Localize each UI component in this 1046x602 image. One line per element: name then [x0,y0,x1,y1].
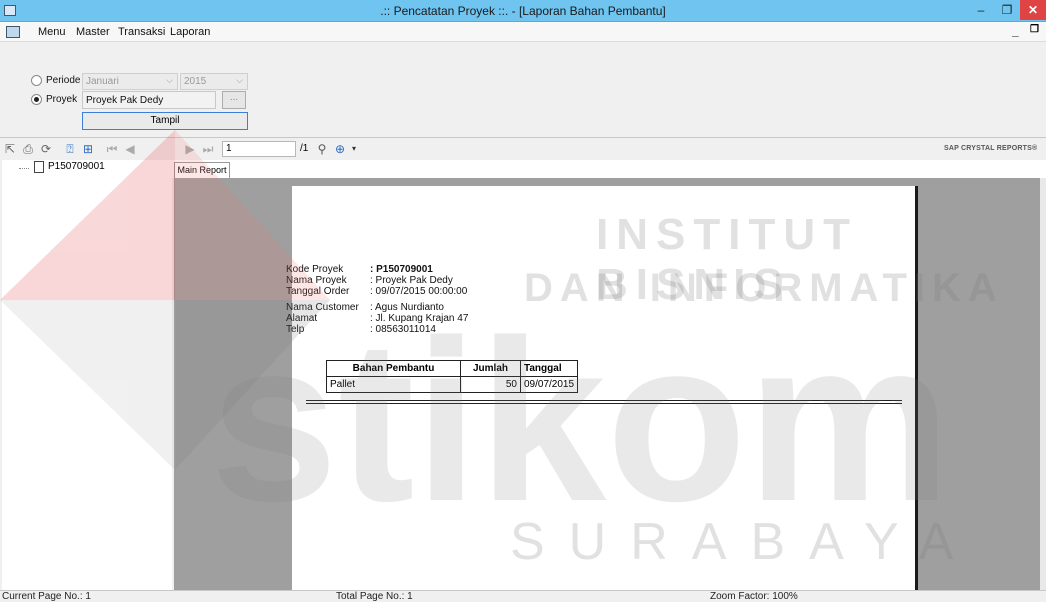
bahan-pembantu-table: Bahan Pembantu Jumlah Tanggal Pallet 50 … [326,360,579,393]
total-page-status: Total Page No.: 1 [336,591,413,602]
document-icon [34,161,44,173]
menu-item-master[interactable]: Master [76,26,110,38]
help-icon[interactable]: ⍰ [62,141,78,157]
proyek-radio[interactable] [31,94,42,105]
menu-item-transaksi[interactable]: Transaksi [118,26,165,38]
telp-label: Telp [286,324,305,335]
browse-button[interactable]: ... [222,91,246,109]
window-title: .:: Pencatatan Proyek ::. - [Laporan Bah… [380,4,666,18]
kode-proyek-value: : P150709001 [370,264,433,275]
last-page-icon[interactable]: ⏭ [200,141,216,157]
refresh-icon[interactable]: ⟳ [38,141,54,157]
report-tabs: Main Report [172,160,1046,178]
print-icon[interactable]: ⎙ [20,141,36,157]
kode-proyek-label: Kode Proyek [286,264,344,275]
periode-radio[interactable] [31,75,42,86]
group-tree-toggle-icon[interactable]: ⊞ [80,141,96,157]
tree-node-p150709001[interactable]: P150709001 [48,161,105,172]
zoom-dropdown-icon[interactable]: ▾ [346,141,362,157]
find-icon[interactable]: ⚲ [314,141,330,157]
zoom-factor-status: Zoom Factor: 100% [710,591,798,602]
table-cell: Pallet [326,376,461,393]
table-cell: 50 [460,376,521,393]
current-page-status: Current Page No.: 1 [2,591,91,602]
table-row: Pallet 50 09/07/2015 [326,376,579,393]
bulan-value: Januari [86,76,119,87]
watermark-line-2: DAN INFORMATIKA [524,266,1004,310]
crystal-reports-brand: SAP CRYSTAL REPORTS® [944,145,1038,152]
tab-main-report[interactable]: Main Report [174,162,230,178]
nama-proyek-label: Nama Proyek [286,275,347,286]
menu-bar: Menu Master Transaksi Laporan _ ❐ [0,22,1046,42]
export-icon[interactable]: ⇱ [2,141,18,157]
watermark-line-3: SURABAYA [510,513,978,571]
next-page-icon[interactable]: ▶ [182,141,198,157]
table-cell: 09/07/2015 [519,376,579,393]
report-toolbar: ⇱ ⎙ ⟳ ⍰ ⊞ ⏮ ◀ ▶ ⏭ 1 /1 ⚲ ⊕ ▾ SAP CRYSTAL… [0,139,1046,159]
tampil-button[interactable]: Tampil [82,112,248,130]
tanggal-order-label: Tanggal Order [286,286,350,297]
column-header: Jumlah [460,360,521,377]
chevron-down-icon: ⌵ [236,75,243,85]
tahun-select[interactable]: 2015 ⌵ [180,73,248,90]
tree-gutter [2,160,14,590]
nama-proyek-value: : Proyek Pak Dedy [370,275,453,286]
filter-panel: Periode Januari ⌵ 2015 ⌵ Proyek Proyek P… [0,42,1046,138]
tree-connector [19,168,29,169]
proyek-label: Proyek [46,94,78,105]
restore-button[interactable]: ❐ [994,0,1020,20]
chevron-down-icon: ⌵ [166,75,173,85]
mdi-restore-button[interactable]: ❐ [1030,24,1039,35]
minimize-button[interactable]: – [968,0,994,20]
telp-value: : 08563011014 [370,324,436,335]
column-header: Tanggal [519,360,579,377]
status-bar: Current Page No.: 1 Total Page No.: 1 Zo… [0,590,1046,602]
first-page-icon[interactable]: ⏮ [104,141,120,157]
page-number-input[interactable]: 1 [222,141,296,157]
column-header: Bahan Pembantu [326,360,461,377]
tahun-value: 2015 [184,76,207,87]
customer-value: : Agus Nurdianto [370,302,444,313]
title-bar: .:: Pencatatan Proyek ::. - [Laporan Bah… [0,0,1046,22]
mdi-minimize-button[interactable]: _ [1012,24,1019,38]
tanggal-order-value: : 09/07/2015 00:00:00 [370,286,468,297]
table-header-row: Bahan Pembantu Jumlah Tanggal [326,360,579,377]
alamat-value: : Jl. Kupang Krajan 47 [370,313,469,324]
alamat-label: Alamat [286,313,318,324]
page-total: /1 [300,143,309,154]
mdi-child-icon[interactable] [6,26,20,38]
menu-item-menu[interactable]: Menu [38,26,66,38]
double-rule [306,400,902,404]
customer-label: Nama Customer [286,302,359,313]
bulan-select[interactable]: Januari ⌵ [82,73,178,90]
periode-label: Periode [46,75,81,86]
proyek-field[interactable]: Proyek Pak Dedy [82,91,216,109]
menu-item-laporan[interactable]: Laporan [170,26,210,38]
group-tree: P150709001 [14,160,172,590]
close-button[interactable]: ✕ [1020,0,1046,20]
previous-page-icon[interactable]: ◀ [122,141,138,157]
